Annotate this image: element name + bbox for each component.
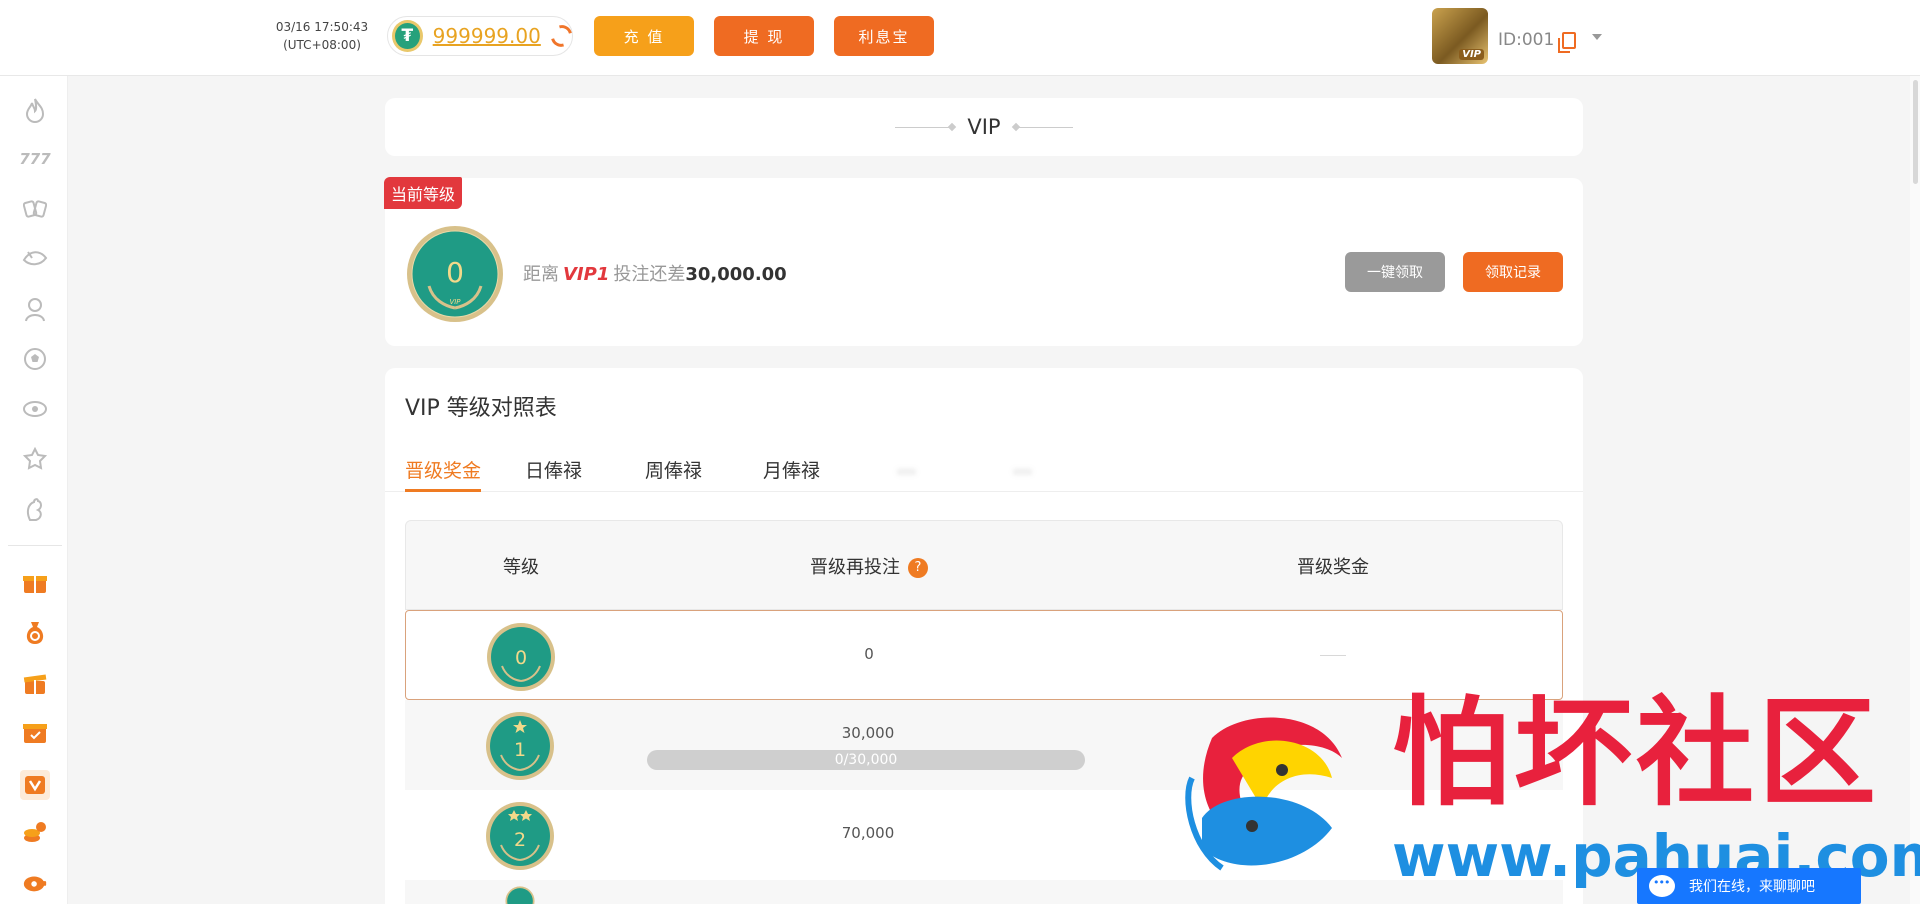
vip-medal-icon: 2: [486, 802, 554, 870]
sidebar: 777: [0, 76, 68, 904]
vip-medal-icon: 0 VIP: [407, 226, 503, 322]
clock: 03/16 17:50:43 (UTC+08:00): [272, 18, 372, 54]
bet-shortfall-amount: 30,000.00: [685, 264, 787, 285]
soccer-ball-icon[interactable]: [22, 346, 48, 372]
svg-text:VIP: VIP: [449, 298, 461, 306]
vip-badge-icon[interactable]: [20, 770, 50, 800]
vip-level-table: 等级 晋级再投注? 晋级奖金 0 0 1 30,000 0/30,000 2 7…: [405, 520, 1563, 904]
table-title: VIP 等级对照表: [405, 396, 557, 421]
claim-all-button[interactable]: 一键领取: [1345, 252, 1445, 292]
flame-icon[interactable]: [22, 98, 48, 124]
piggy-bank-icon[interactable]: [22, 870, 48, 896]
level-progress-text: 距离 VIP1 投注还差30,000.00: [523, 260, 787, 286]
user-id: ID:001: [1498, 30, 1555, 50]
gift-open-icon[interactable]: [22, 670, 48, 696]
table-row: 1 30,000 0/30,000: [405, 700, 1563, 790]
current-level-number: 0: [446, 256, 464, 289]
row-bet-value: 0: [864, 645, 874, 663]
claim-records-button[interactable]: 领取记录: [1463, 252, 1563, 292]
title-decoration-left: [895, 126, 954, 128]
deposit-button[interactable]: 充 值: [594, 16, 694, 56]
header-upgrade-bonus: 晋级奖金: [1297, 557, 1369, 578]
row-level-number: 0: [515, 647, 527, 669]
row-bet-value: 30,000: [841, 724, 895, 742]
copy-icon[interactable]: [1558, 32, 1576, 53]
row-bet-value: 70,000: [841, 824, 895, 842]
slot-777-icon[interactable]: 777: [19, 146, 50, 172]
chat-bubble-icon: [1649, 875, 1675, 897]
row-bonus-dash: [1320, 655, 1346, 656]
header-upgrade-bet: 晋级再投注?: [636, 553, 1102, 579]
table-row: [405, 880, 1563, 904]
money-bag-icon[interactable]: [22, 620, 48, 646]
refresh-icon[interactable]: [546, 21, 577, 51]
avatar-vip-badge: VIP: [1459, 49, 1484, 60]
gift-box-icon[interactable]: [22, 570, 48, 596]
tab-blurred-2[interactable]: …: [1013, 456, 1032, 492]
page-title-card: VIP: [385, 98, 1583, 156]
cards-icon[interactable]: [22, 196, 48, 222]
balance-amount[interactable]: 999999.00: [433, 24, 541, 48]
vip-medal-icon: [505, 886, 535, 904]
cockfight-icon[interactable]: [22, 446, 48, 472]
scrollbar-thumb[interactable]: [1913, 80, 1918, 184]
live-chat-button[interactable]: 我们在线，来聊聊吧: [1637, 868, 1861, 904]
tether-icon: ₮: [392, 20, 423, 52]
withdraw-button[interactable]: 提 现: [714, 16, 814, 56]
vip-level-table-card: VIP 等级对照表 晋级奖金 日俸禄 周俸禄 月俸禄 … … 等级 晋级再投注?…: [385, 368, 1583, 904]
tab-blurred-1[interactable]: …: [897, 456, 916, 492]
lottery-icon[interactable]: [22, 396, 48, 422]
vip-medal-icon: 0: [487, 623, 555, 691]
current-level-ribbon: 当前等级: [384, 177, 463, 209]
task-box-icon[interactable]: [22, 720, 48, 746]
page-title: VIP: [967, 115, 1001, 139]
tab-daily-salary[interactable]: 日俸禄: [525, 456, 582, 492]
top-header: 03/16 17:50:43 (UTC+08:00) ₮ 999999.00 充…: [0, 0, 1920, 76]
table-row: 2 70,000: [405, 790, 1563, 880]
live-dealer-icon[interactable]: [22, 296, 48, 322]
bet-progress-bar: 0/30,000: [647, 750, 1085, 770]
sidebar-divider: [8, 545, 62, 546]
chevron-down-icon[interactable]: [1592, 34, 1602, 40]
table-row: 0 0: [405, 610, 1563, 700]
tab-weekly-salary[interactable]: 周俸禄: [645, 456, 702, 492]
tab-upgrade-bonus[interactable]: 晋级奖金: [405, 456, 482, 492]
header-level: 等级: [503, 557, 539, 578]
balance-box: ₮ 999999.00: [387, 16, 577, 56]
datetime: 03/16 17:50:43: [275, 20, 369, 34]
bonus-tabs: 晋级奖金 日俸禄 周俸禄 月俸禄 … …: [385, 448, 1583, 492]
question-icon[interactable]: ?: [908, 558, 928, 578]
fish-icon[interactable]: [22, 246, 48, 272]
avatar[interactable]: VIP: [1432, 8, 1488, 64]
row-level-number: 1: [514, 739, 526, 761]
coins-icon[interactable]: [22, 820, 48, 846]
interest-button[interactable]: 利息宝: [834, 16, 934, 56]
chat-label: 我们在线，来聊聊吧: [1689, 879, 1815, 895]
distance-prefix: 距离: [523, 264, 559, 285]
row-level-number: 2: [514, 829, 526, 851]
table-header: 等级 晋级再投注? 晋级奖金: [405, 520, 1563, 610]
vip-medal-icon: 1: [486, 712, 554, 780]
next-vip-name: VIP1: [563, 264, 610, 285]
title-decoration-right: [1014, 126, 1073, 128]
scrollbar-track[interactable]: [1910, 76, 1920, 904]
timezone: (UTC+08:00): [283, 38, 361, 52]
bet-shortfall-label: 投注还差: [613, 264, 686, 285]
header-upgrade-bet-label: 晋级再投注: [810, 557, 900, 578]
current-level-card: 当前等级 0 VIP 距离 VIP1 投注还差30,000.00 一键领取 领取记录: [384, 177, 1583, 346]
tab-monthly-salary[interactable]: 月俸禄: [763, 456, 820, 492]
rooster-icon[interactable]: [22, 496, 48, 522]
